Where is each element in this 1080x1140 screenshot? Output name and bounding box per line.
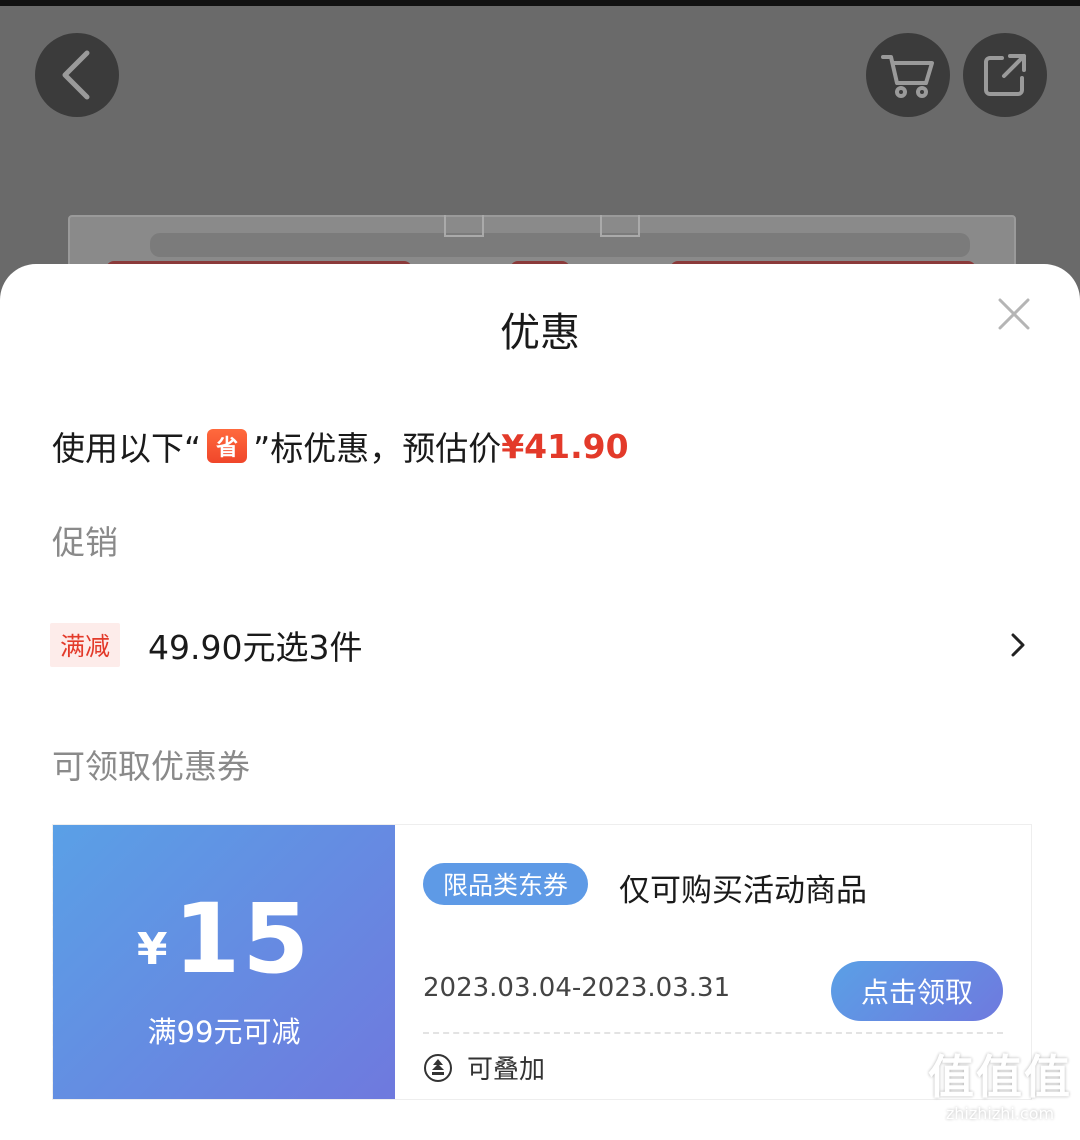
promotion-text: 49.90元选3件 [148, 628, 363, 667]
claim-coupon-button[interactable]: 点击领取 [831, 961, 1003, 1021]
watermark: 值值值 zhizhizhi.com [925, 1050, 1075, 1136]
cart-button[interactable] [866, 33, 950, 117]
watermark-logo: 值值值 [928, 1050, 1072, 1104]
back-button[interactable] [35, 33, 119, 117]
coupon-card: ¥15 满99元可减 限品类东券 仅可购买活动商品 2023.03.04-202… [47, 824, 1032, 1100]
promotion-section-label: 促销 [52, 523, 118, 562]
estimate-prefix: 使用以下“ [52, 429, 202, 468]
sheet-title: 优惠 [500, 310, 580, 356]
coupon-amount: ¥15 [53, 883, 395, 995]
stack-icon [424, 1053, 452, 1082]
share-button[interactable] [963, 33, 1047, 117]
estimated-price-line: 使用以下“ 省 ”标优惠，预估价 ¥41.90 [52, 422, 629, 470]
back-icon [62, 50, 90, 100]
coupon-currency: ¥ [136, 924, 168, 975]
cart-icon [881, 55, 934, 98]
stackable-indicator: 可叠加 [423, 1049, 545, 1086]
coupon-date-range: 2023.03.04-2023.03.31 [423, 973, 731, 1003]
estimated-price: ¥41.90 [501, 426, 629, 466]
promotion-bottom-sheet: 优惠 使用以下“ 省 ”标优惠，预估价 ¥41.90 促销 满减 49.90元选… [0, 264, 1080, 1140]
stackable-label: 可叠加 [467, 1055, 546, 1085]
promotion-row[interactable]: 满减 49.90元选3件 [50, 620, 1030, 670]
close-icon[interactable] [996, 296, 1032, 332]
chevron-right-icon [1011, 633, 1025, 657]
coupon-type-badge: 限品类东券 [423, 863, 589, 905]
coupon-section-label: 可领取优惠券 [52, 747, 250, 786]
estimate-suffix: ”标优惠，预估价 [253, 429, 502, 468]
coupon-value-panel: ¥15 满99元可减 [47, 825, 395, 1099]
coupon-condition: 满99元可减 [147, 1015, 301, 1049]
coupon-amount-value: 15 [173, 883, 312, 995]
status-bar-edge [0, 0, 1080, 6]
save-badge: 省 [207, 429, 248, 463]
coupon-description: 仅可购买活动商品 [619, 873, 867, 909]
share-icon [984, 54, 1026, 96]
promotion-tag: 满减 [50, 623, 121, 667]
watermark-site: zhizhizhi.com [945, 1104, 1055, 1123]
divider [423, 1032, 1003, 1034]
